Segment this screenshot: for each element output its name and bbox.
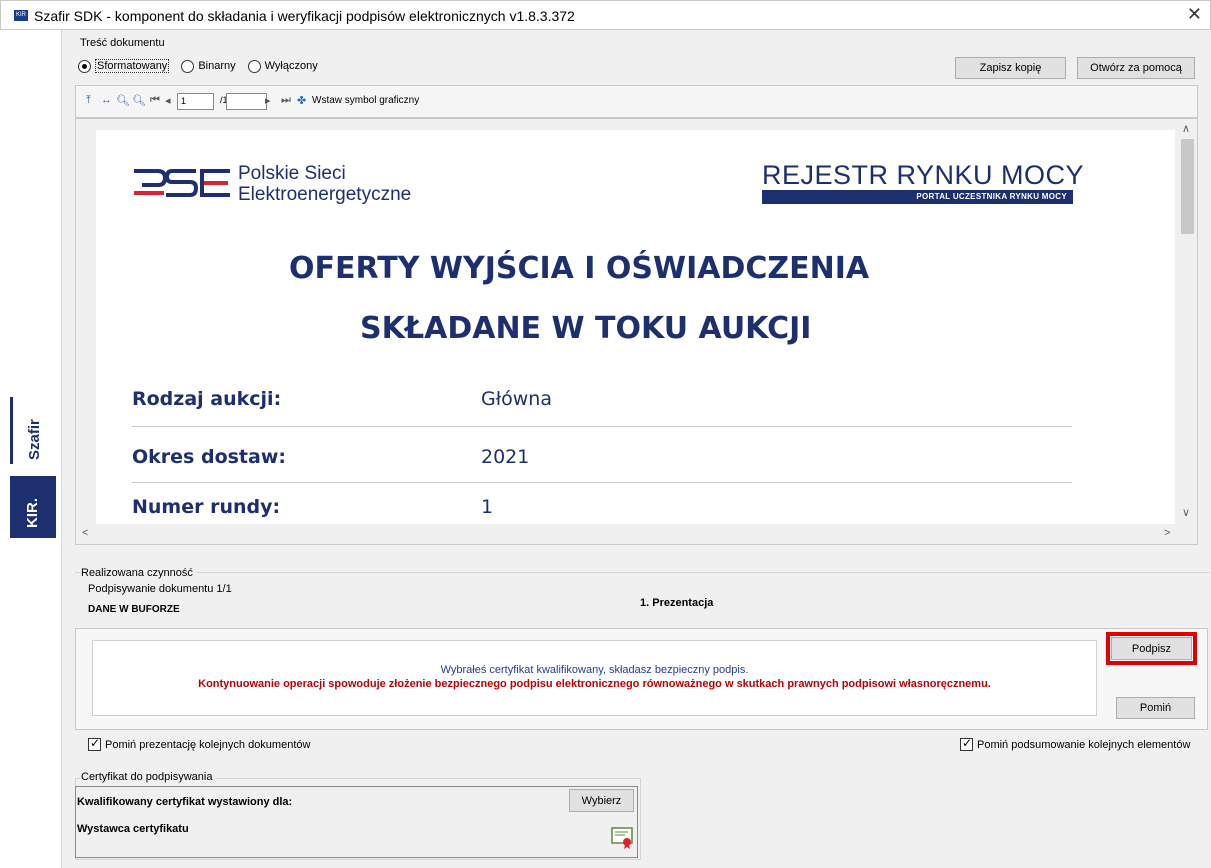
brand-accent-bar [10,397,13,464]
zoom-out-icon[interactable]: 🔍︎ [116,94,130,107]
save-copy-button[interactable]: Zapisz kopię [955,57,1066,79]
certificate-group-label: Certyfikat do podpisywania [81,771,217,783]
close-icon[interactable]: ✕ [1187,4,1202,25]
app-icon: KIR [14,10,28,21]
title-bar: KIR Szafir SDK - komponent do składania … [0,0,1211,30]
step-label: 1. Prezentacja [640,597,714,609]
last-page-icon[interactable]: ⏭ [281,94,291,107]
scroll-up-icon[interactable]: ∧ [1182,122,1190,135]
mode-binary-radio[interactable]: Binarny [181,59,236,73]
vertical-scroll-thumb[interactable] [1181,139,1194,234]
skip-presentation-checkbox[interactable]: Pomiń prezentację kolejnych dokumentów [88,736,311,751]
skip-presentation-label: Pomiń prezentację kolejnych dokumentów [105,738,311,751]
field-value-delivery-period: 2021 [481,446,530,468]
next-page-icon[interactable]: ▸ [265,94,271,107]
previous-page-icon[interactable]: ◂ [165,94,171,107]
field-value-auction-type: Główna [481,388,552,410]
window-title: Szafir SDK - komponent do składania i we… [34,8,575,24]
field-label-round-number: Numer rundy: [132,496,281,518]
rrm-subtitle: PORTAL UCZESTNIKA RYNKU MOCY [762,190,1073,204]
fit-width-icon[interactable]: ↔ [101,94,112,106]
document-heading-line1: OFERTY WYJŚCIA I OŚWIADCZENIA [289,251,870,286]
insert-symbol-label[interactable]: Wstaw symbol graficzny [312,95,419,106]
certificate-issued-for-label: Kwalifikowany certyfikat wystawiony dla: [77,796,293,808]
message-box: Wybrałeś certyfikat kwalifikowany, skład… [92,640,1097,716]
buffer-label: DANE W BUFORZE [88,604,180,615]
legal-warning-message: Kontynuowanie operacji spowoduje złożeni… [198,678,991,690]
szafir-logo: Szafir [16,400,56,470]
open-with-button[interactable]: Otwórz za pomocą [1077,57,1195,79]
page-total-field [226,93,267,110]
scroll-right-icon[interactable]: > [1164,527,1170,539]
horizontal-scrollbar[interactable]: < > [76,524,1177,544]
divider [132,482,1072,483]
mode-binary-label: Binarny [198,60,236,72]
page-current-input[interactable]: 1 [177,93,214,110]
choose-certificate-button[interactable]: Wybierz [569,789,634,812]
field-label-auction-type: Rodzaj aukcji: [132,388,282,410]
progress-text: Podpisywanie dokumentu 1/1 [88,583,232,595]
pse-name-line1: Polskie Sieci [238,163,346,184]
checkbox-indicator [88,736,101,751]
document-heading-line2: SKŁADANE W TOKU AUKCJI [360,311,812,346]
mode-disabled-radio[interactable]: Wyłączony [247,59,318,73]
szafir-logo-text: Szafir [26,419,43,460]
certificate-icon[interactable] [611,827,635,849]
sign-button[interactable]: Podpisz [1111,637,1192,660]
rrm-title: REJESTR RYNKU MOCY [762,160,1085,190]
field-value-round-number: 1 [481,496,494,518]
kir-logo: KIR. [10,476,56,538]
skip-summary-label: Pomiń podsumowanie kolejnych elementów [977,738,1191,751]
insert-symbol-icon[interactable]: ✤ [297,94,306,107]
display-mode-radio-group: Sformatowany Binarny Wyłączony [78,59,318,73]
kir-logo-text: KIR. [24,498,41,528]
mode-formatted-radio[interactable]: Sformatowany [78,59,170,73]
document-content-group-label: Treść dokumentu [80,37,165,49]
radio-indicator [78,59,91,73]
zoom-in-icon[interactable]: 🔍︎ [132,94,146,107]
certificate-issuer-label: Wystawca certyfikatu [77,823,189,835]
fit-height-icon[interactable]: ⤒ [86,94,91,107]
skip-summary-checkbox[interactable]: Pomiń podsumowanie kolejnych elementów [960,736,1191,751]
scroll-left-icon[interactable]: < [82,527,88,539]
scroll-down-icon[interactable]: ∨ [1182,506,1190,519]
qualified-certificate-message: Wybrałeś certyfikat kwalifikowany, skład… [440,664,749,676]
skip-button[interactable]: Pomiń [1116,697,1195,719]
mode-formatted-label: Sformatowany [95,59,170,73]
radio-indicator [247,59,261,73]
first-page-icon[interactable]: ⏮ [150,94,160,107]
mode-disabled-label: Wyłączony [264,60,318,72]
pse-logo-icon [134,169,230,197]
viewer-toolbar: ⤒ ↔ 🔍︎ 🔍︎ ⏮ ◂ 1 /1 ▸ ⏭ ✤ Wstaw symbol gr… [75,85,1198,118]
divider [132,426,1072,427]
radio-indicator [181,59,195,73]
pse-name-line2: Elektroenergetyczne [238,184,412,205]
activity-group-label: Realizowana czynność [81,567,197,579]
checkbox-indicator [960,736,973,751]
field-label-delivery-period: Okres dostaw: [132,446,286,468]
